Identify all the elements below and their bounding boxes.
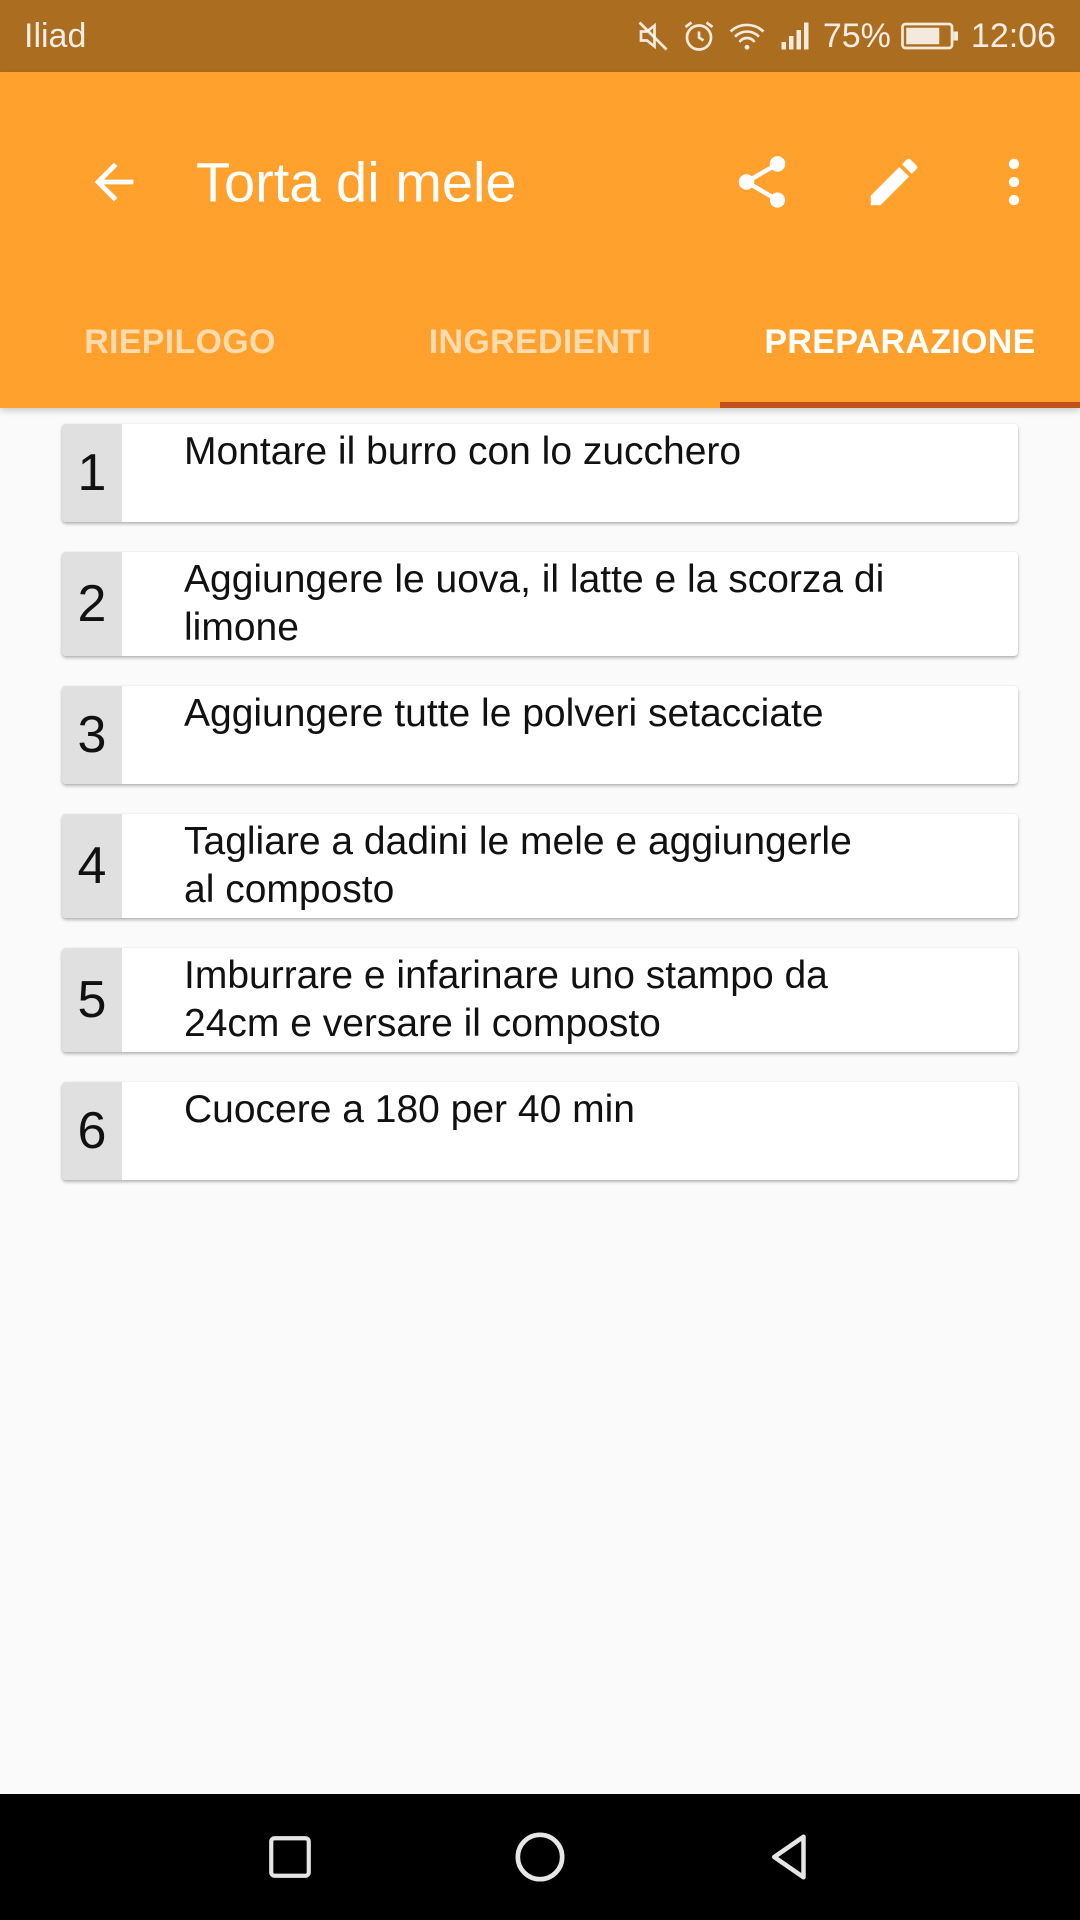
battery-percentage: 75% [822, 16, 891, 55]
step-text-line: Cuocere a 180 per 40 min [184, 1088, 635, 1131]
step-text-line: Tagliare a dadini le mele e aggiungerle [184, 820, 852, 863]
system-back-button[interactable] [750, 1817, 830, 1897]
signal-icon [777, 18, 813, 54]
toolbar: Torta di mele [0, 72, 1080, 292]
page-title: Torta di mele [196, 150, 517, 214]
step-text: Aggiungere le uova, il latte e la scorza… [122, 552, 1018, 656]
tab-riepilogo[interactable]: RIEPILOGO [0, 292, 360, 408]
status-right: 75% 12:06 [635, 17, 1056, 56]
back-triangle-icon [772, 1834, 806, 1880]
step-text-line: Imburrare e infarinare uno stampo da [184, 954, 828, 997]
tab-preparazione[interactable]: PREPARAZIONE [720, 292, 1080, 408]
share-button[interactable] [714, 134, 810, 230]
step-card[interactable]: 5 Imburrare e infarinare uno stampo da 2… [62, 948, 1018, 1052]
recents-button[interactable] [250, 1817, 330, 1897]
step-text-line: Aggiungere le uova, il latte e la scorza… [184, 558, 885, 601]
home-circle-icon [515, 1832, 565, 1882]
arrow-back-icon [94, 162, 134, 202]
wifi-icon [727, 18, 767, 54]
tab-label: INGREDIENTI [428, 322, 652, 361]
tab-bar: RIEPILOGO INGREDIENTI PREPARAZIONE [0, 292, 1080, 408]
clock: 12:06 [970, 16, 1056, 55]
step-card[interactable]: 2 Aggiungere le uova, il latte e la scor… [62, 552, 1018, 656]
step-text: Imburrare e infarinare uno stampo da 24c… [122, 948, 1018, 1052]
tab-ingredienti[interactable]: INGREDIENTI [360, 292, 720, 408]
step-number: 5 [62, 948, 122, 1052]
step-text-line: Aggiungere tutte le polveri setacciate [184, 692, 824, 735]
step-text: Tagliare a dadini le mele e aggiungerle … [122, 814, 1018, 918]
edit-icon [870, 158, 918, 206]
step-card[interactable]: 1 Montare il burro con lo zucchero [62, 424, 1018, 522]
edit-button[interactable] [846, 134, 942, 230]
step-text-line: Montare il burro con lo zucchero [184, 430, 742, 473]
tab-label: RIEPILOGO [84, 322, 276, 361]
preparation-steps-list: 1 Montare il burro con lo zucchero 2 Agg… [62, 424, 1018, 1210]
system-navigation-bar [0, 1794, 1080, 1920]
more-options-button[interactable] [966, 134, 1062, 230]
tab-indicator [720, 402, 1080, 408]
carrier-name: Iliad [24, 16, 87, 55]
battery-icon [901, 18, 961, 54]
step-number: 1 [62, 424, 122, 522]
step-card[interactable]: 4 Tagliare a dadini le mele e aggiungerl… [62, 814, 1018, 918]
step-text: Cuocere a 180 per 40 min [122, 1082, 1018, 1180]
app-root: Iliad 75% 12:06 Torta di mele RIEPILOGO … [0, 0, 1080, 1920]
step-card[interactable]: 6 Cuocere a 180 per 40 min [62, 1082, 1018, 1180]
home-button[interactable] [500, 1817, 580, 1897]
status-bar: Iliad 75% 12:06 [0, 0, 1080, 72]
step-text-line: al composto [184, 868, 395, 911]
step-card[interactable]: 3 Aggiungere tutte le polveri setacciate [62, 686, 1018, 784]
step-number: 6 [62, 1082, 122, 1180]
mute-icon [635, 18, 671, 54]
more-vert-icon [1008, 158, 1020, 206]
step-number: 2 [62, 552, 122, 656]
step-text-line: limone [184, 606, 299, 649]
step-text: Montare il burro con lo zucchero [122, 424, 1018, 522]
step-text: Aggiungere tutte le polveri setacciate [122, 686, 1018, 784]
step-text-line: 24cm e versare il composto [184, 1002, 661, 1045]
tab-label: PREPARAZIONE [764, 322, 1036, 361]
back-button[interactable] [66, 134, 162, 230]
step-number: 3 [62, 686, 122, 784]
status-left: Iliad [24, 17, 86, 56]
recents-square-icon [269, 1836, 311, 1878]
step-number: 4 [62, 814, 122, 918]
alarm-icon [681, 18, 717, 54]
share-icon [738, 156, 786, 208]
app-bar: Torta di mele RIEPILOGO INGREDIENTI PREP… [0, 72, 1080, 408]
